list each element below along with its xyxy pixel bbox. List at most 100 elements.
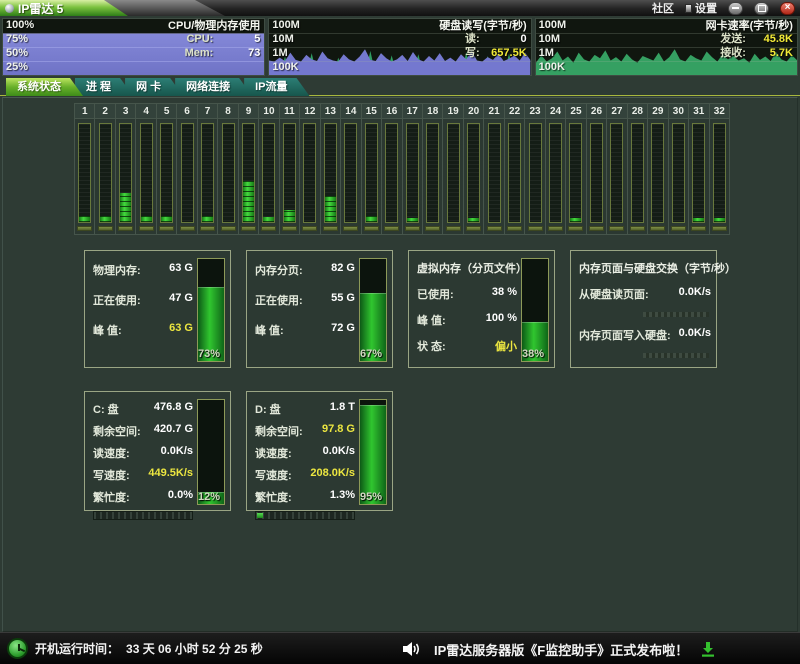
tab-processes[interactable]: 进 程 — [75, 78, 133, 96]
disk-d-busy-bar — [255, 511, 355, 520]
core-usage-fill — [263, 217, 274, 222]
virtual-memory-panel: 虚拟内存（分页文件） 已使用:38 %峰 值:100 %状 态:偏小 38% — [408, 250, 555, 368]
download-icon[interactable] — [701, 642, 715, 657]
core-column: 22 — [505, 104, 525, 234]
core-number: 20 — [464, 104, 483, 119]
core-column: 6 — [177, 104, 197, 234]
tab-network-card[interactable]: 网 卡 — [125, 78, 183, 96]
core-column: 15 — [362, 104, 382, 234]
core-usage-bar — [385, 123, 398, 223]
stat-value: 47 G — [169, 292, 193, 308]
core-bar-base — [609, 226, 624, 231]
core-usage-bar — [160, 123, 173, 223]
core-usage-bar — [303, 123, 316, 223]
core-column: 30 — [669, 104, 689, 234]
core-usage-bar — [508, 123, 521, 223]
community-link[interactable]: 社区 — [652, 0, 674, 16]
vbar-percent-label: 12% — [194, 491, 224, 503]
core-usage-bar — [672, 123, 685, 223]
core-usage-fill — [284, 210, 295, 222]
core-bar-base — [466, 226, 481, 231]
maximize-button[interactable] — [754, 2, 769, 15]
core-bar-base — [650, 226, 665, 231]
stat-value: 420.7 G — [154, 423, 193, 439]
settings-link[interactable]: 设置 — [685, 0, 717, 16]
stat-label: D: 盘 — [255, 401, 281, 417]
core-bar-base — [159, 226, 174, 231]
stat-row: 正在使用:47 G — [93, 292, 193, 308]
core-usage-fill — [120, 193, 131, 222]
close-button[interactable]: × — [780, 2, 795, 15]
core-number: 13 — [321, 104, 340, 119]
core-number: 32 — [710, 104, 729, 119]
cpu-mem-graph-title: CPU/物理内存使用 — [168, 20, 260, 32]
core-usage-bar — [569, 123, 582, 223]
stat-row: 峰 值:100 % — [417, 312, 517, 328]
core-column: 31 — [689, 104, 709, 234]
stat-row: 峰 值:72 G — [255, 322, 355, 338]
minimize-button[interactable] — [728, 2, 743, 15]
stripe-indicator — [643, 312, 709, 317]
core-column: 25 — [566, 104, 586, 234]
busy-fill — [257, 513, 263, 518]
core-column: 14 — [341, 104, 361, 234]
stat-row: D: 盘1.8 T — [255, 401, 355, 417]
tab-system-status[interactable]: 系统状态 — [6, 78, 83, 96]
tab-network-connections[interactable]: 网络连接 — [175, 78, 252, 96]
cpu-mem-graph-panel: 100% 75% 50% 25% CPU/物理内存使用 CPU: 5 Mem: … — [2, 18, 265, 76]
virtual-memory-title: 虚拟内存（分页文件） — [417, 260, 517, 276]
ip-radar-window: IP雷达 5 社区 设置 × 100% 75% 50% 25% CPU/物理内存… — [0, 0, 800, 664]
disk-d-usage-bar: 95% — [359, 399, 387, 505]
core-usage-fill — [243, 181, 254, 222]
stat-label: 从硬盘读页面: — [579, 286, 649, 302]
core-usage-bar — [283, 123, 296, 223]
stat-label: 繁忙度: — [255, 489, 292, 505]
core-usage-fill — [161, 216, 172, 222]
core-usage-fill — [79, 216, 90, 222]
physical-memory-bar: 73% — [197, 258, 225, 362]
core-bar-base — [446, 226, 461, 231]
core-column: 20 — [464, 104, 484, 234]
core-number: 29 — [648, 104, 667, 119]
tab-ip-traffic[interactable]: IP流量 — [244, 78, 309, 96]
stat-value: 0.0% — [168, 489, 193, 505]
core-usage-fill — [141, 216, 152, 222]
stat-value: 72 G — [331, 322, 355, 338]
net-send-readout: 发送: 45.8K — [720, 33, 793, 46]
core-number: 18 — [423, 104, 442, 119]
core-usage-bar — [447, 123, 460, 223]
disk-write-readout: 写: 657.5K — [465, 47, 527, 60]
app-logo-icon — [5, 4, 14, 13]
core-column: 3 — [116, 104, 136, 234]
core-number: 5 — [157, 104, 176, 119]
stat-value: 63 G — [169, 262, 193, 278]
core-number: 22 — [505, 104, 524, 119]
core-column: 29 — [648, 104, 668, 234]
core-number: 21 — [484, 104, 503, 119]
core-usage-fill — [407, 218, 418, 222]
core-bar-base — [77, 226, 92, 231]
disk-c-usage-bar: 12% — [197, 399, 225, 505]
announcement-text[interactable]: IP雷达服务器版《F监控助手》正式发布啦！ — [434, 640, 688, 659]
core-usage-bar — [78, 123, 91, 223]
core-usage-bar — [140, 123, 153, 223]
titlebar: IP雷达 5 社区 设置 × — [0, 0, 800, 16]
vbar-percent-label: 67% — [356, 348, 386, 360]
core-usage-bar — [222, 123, 235, 223]
stat-row: 峰 值:63 G — [93, 322, 193, 338]
speaker-icon[interactable] — [402, 641, 421, 657]
scale-tick: 100K — [272, 61, 298, 74]
uptime-group: 开机运行时间： 33 天 06 小时 52 分 25 秒 — [0, 638, 263, 659]
core-number: 3 — [116, 104, 135, 119]
stat-row: 剩余空间:97.8 G — [255, 423, 355, 439]
core-number: 7 — [198, 104, 217, 119]
core-bar-base — [302, 226, 317, 231]
vbar-percent-label: 73% — [194, 348, 224, 360]
stat-label: 繁忙度: — [93, 489, 130, 505]
core-bar-base — [507, 226, 522, 231]
stat-row: 剩余空间:420.7 G — [93, 423, 193, 439]
stat-value: 100 % — [486, 312, 517, 328]
core-bar-base — [691, 226, 706, 231]
core-bar-base — [405, 226, 420, 231]
mem-readout: Mem: 73 — [185, 47, 261, 60]
